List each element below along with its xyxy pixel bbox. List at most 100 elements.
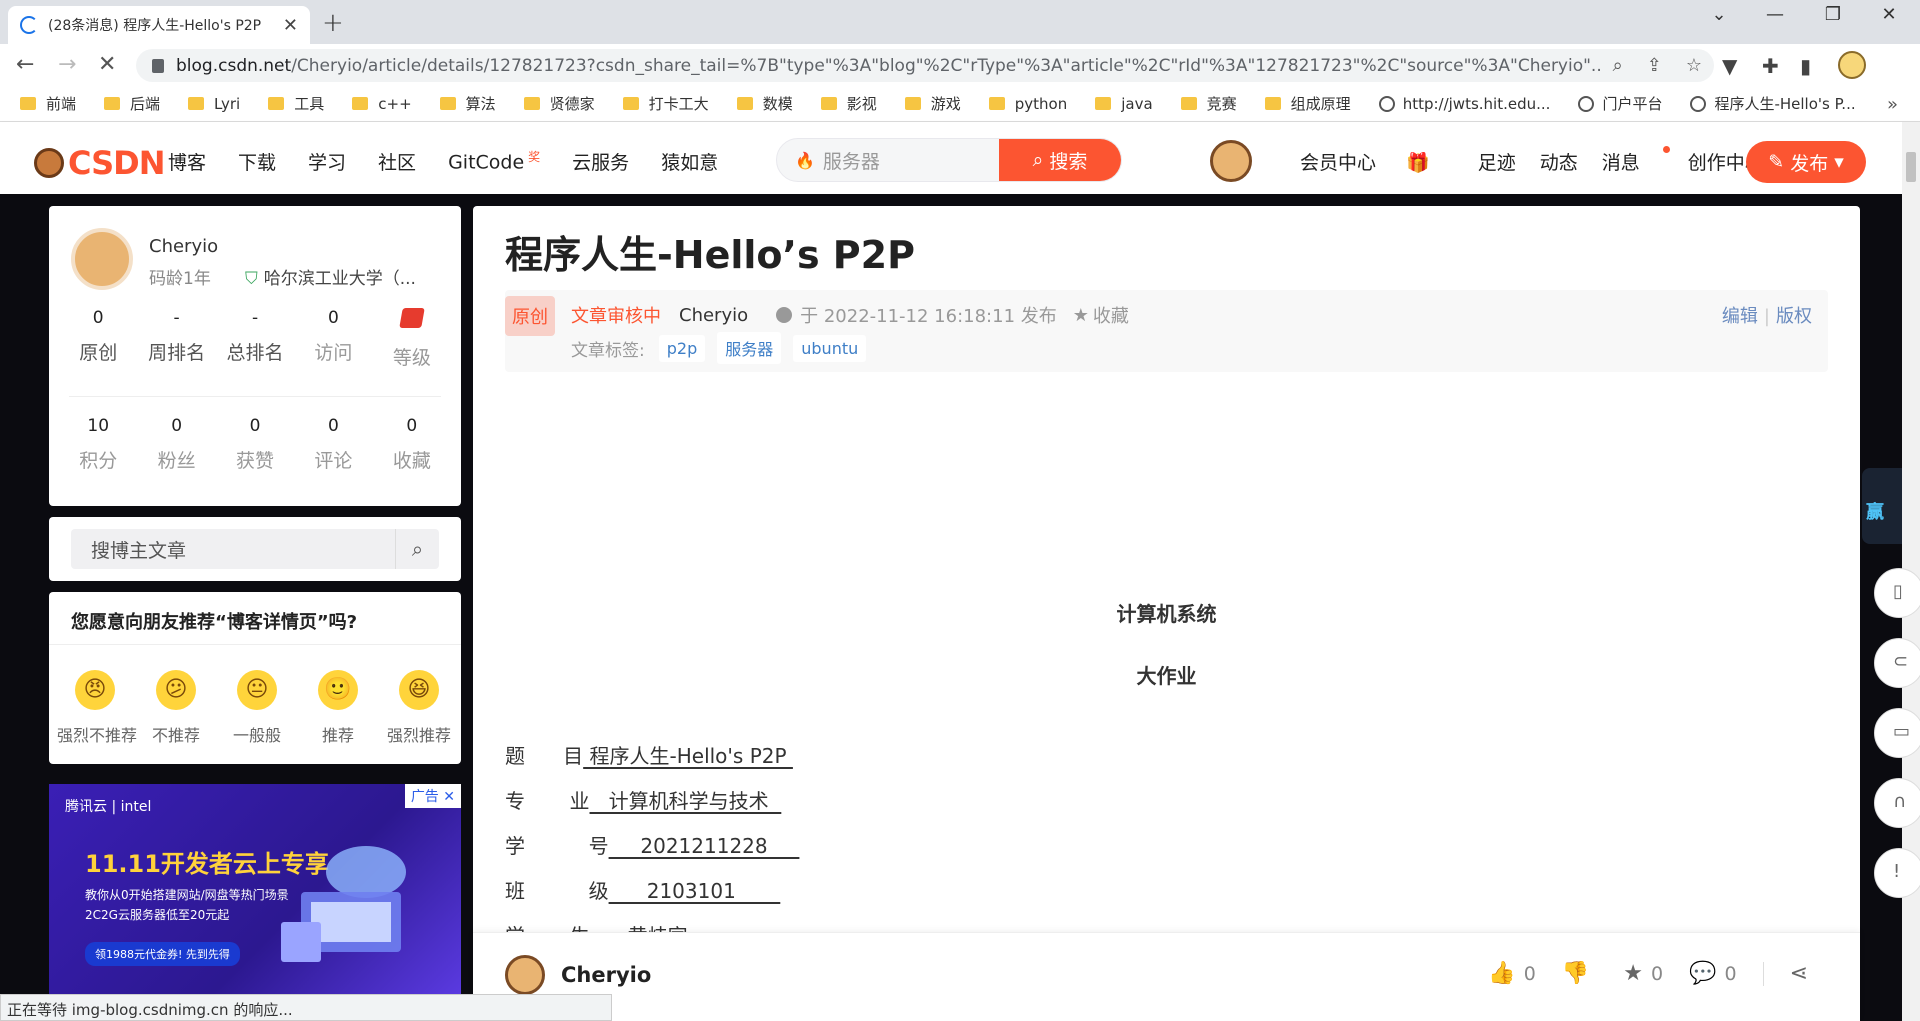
site-search[interactable]: 🔥 服务器 ⌕ 搜索 <box>776 138 1122 182</box>
recommend-option[interactable]: 🙂 推荐 <box>300 670 376 746</box>
ad-close-icon[interactable]: ✕ <box>443 789 455 805</box>
tab-search-icon[interactable]: ⌄ <box>1696 4 1742 25</box>
close-window-icon[interactable]: ✕ <box>1866 4 1912 25</box>
side-panel-icon[interactable]: ▮ <box>1800 54 1811 78</box>
copyright-link[interactable]: 版权 <box>1776 306 1812 327</box>
stat-item[interactable]: 0 访问 <box>294 308 372 370</box>
favorite-link[interactable]: 收藏 <box>1093 302 1129 328</box>
stop-icon[interactable]: ✕ <box>98 52 116 77</box>
thumbs-down-icon: 👎 <box>1561 961 1590 986</box>
nav-item[interactable]: 下载 <box>238 148 276 175</box>
article-tag[interactable]: p2p <box>658 334 706 362</box>
messages-link[interactable]: 消息 <box>1602 146 1670 175</box>
search-icon[interactable]: ⌕ <box>395 529 439 569</box>
bookmark-item[interactable]: 数模 <box>736 93 793 114</box>
bookmark-item[interactable]: 门户平台 <box>1578 93 1662 114</box>
stat-item[interactable]: 10 积分 <box>59 416 137 473</box>
bookmark-item[interactable]: 打卡工大 <box>622 93 709 114</box>
bookmark-item[interactable]: 算法 <box>439 93 496 114</box>
bottom-author-name[interactable]: Cheryio <box>561 963 651 987</box>
minimize-icon[interactable]: — <box>1752 4 1798 25</box>
favorite-button[interactable]: ★ 0 <box>1623 961 1663 986</box>
bookmark-item[interactable]: java <box>1095 95 1153 113</box>
footprint-link[interactable]: 足迹 <box>1478 148 1516 175</box>
float-report-icon[interactable]: ! <box>1874 848 1920 898</box>
back-icon[interactable]: ← <box>16 52 34 77</box>
user-avatar[interactable] <box>1210 140 1252 182</box>
bottom-author-avatar[interactable] <box>505 955 545 995</box>
zoom-icon[interactable]: ⌕ <box>1613 55 1623 76</box>
float-doc-icon[interactable]: ▯ <box>1874 568 1920 618</box>
meta-author[interactable]: Cheryio <box>679 305 748 326</box>
scrollbar-thumb[interactable] <box>1906 152 1916 182</box>
edit-link[interactable]: 编辑 <box>1722 306 1758 327</box>
author-name[interactable]: Cheryio <box>149 236 218 257</box>
bookmark-item[interactable]: Lyri <box>188 95 240 113</box>
nav-item[interactable]: 云服务 <box>572 148 629 175</box>
stat-item[interactable]: - 总排名 <box>216 308 294 370</box>
restore-icon[interactable]: ❐ <box>1810 4 1856 25</box>
stat-item[interactable]: 0 评论 <box>294 416 372 473</box>
advertisement[interactable]: 腾讯云 | intel 广告 ✕ 11.11开发者云上专享 教你从0开始搭建网站… <box>49 784 461 994</box>
recommend-option[interactable]: 😕 不推荐 <box>138 670 214 746</box>
ad-tag[interactable]: 广告 ✕ <box>404 784 461 808</box>
new-tab-icon[interactable]: + <box>322 8 344 38</box>
float-link-icon[interactable]: ⊂ <box>1874 638 1920 688</box>
like-button[interactable]: 👍 0 <box>1488 961 1536 986</box>
bookmark-item[interactable]: 前端 <box>20 93 76 114</box>
nav-item[interactable]: 社区 <box>378 148 416 175</box>
extension-v-icon[interactable]: ▼ <box>1722 54 1737 78</box>
bookmark-item[interactable]: python <box>988 95 1067 113</box>
bookmark-item[interactable]: 工具 <box>268 93 324 114</box>
recommend-option[interactable]: 😐 一般般 <box>219 670 295 746</box>
recommend-option[interactable]: 😆 强烈推荐 <box>381 670 457 746</box>
browser-tab[interactable]: (28条消息) 程序人生-Hello's P2P ✕ <box>8 6 310 44</box>
close-tab-icon[interactable]: ✕ <box>283 15 298 36</box>
browser-profile-avatar[interactable] <box>1838 51 1866 79</box>
member-center-link[interactable]: 会员中心 🎁 <box>1300 148 1454 175</box>
bookmark-item[interactable]: 贤德家 <box>523 93 595 114</box>
stat-item[interactable]: 0 原创 <box>59 308 137 370</box>
nav-item[interactable]: 博客 <box>168 148 206 175</box>
article-tag[interactable]: ubuntu <box>793 334 867 362</box>
ad-cta[interactable]: 领1988元代金券! 先到先得 <box>85 942 240 966</box>
stat-item[interactable]: 0 收藏 <box>373 416 451 473</box>
bookmark-item[interactable]: 后端 <box>104 93 160 114</box>
forward-icon[interactable]: → <box>58 52 76 77</box>
article-tag[interactable]: 服务器 <box>717 332 782 364</box>
author-avatar[interactable] <box>71 228 133 290</box>
stat-item[interactable]: 0 粉丝 <box>137 416 215 473</box>
bookmark-item[interactable]: 游戏 <box>904 93 961 114</box>
stat-item[interactable]: 0 获赞 <box>216 416 294 473</box>
bookmark-item[interactable]: http://jwts.hit.edu... <box>1378 95 1550 113</box>
stat-item[interactable]: - 周排名 <box>137 308 215 370</box>
search-button[interactable]: ⌕ 搜索 <box>999 139 1121 181</box>
dynamic-link[interactable]: 动态 <box>1540 148 1578 175</box>
recommend-option[interactable]: 😠 强烈不推荐 <box>57 670 137 746</box>
favorite-icon[interactable]: ★ <box>1073 305 1089 326</box>
dislike-button[interactable]: 👎 <box>1562 961 1597 986</box>
nav-item[interactable]: GitCode 奖 <box>448 148 540 175</box>
float-tablet-icon[interactable]: ▭ <box>1874 708 1920 758</box>
share-button[interactable]: ⋖ <box>1790 961 1816 986</box>
bookmark-item[interactable]: 影视 <box>820 93 877 114</box>
address-bar[interactable]: blog.csdn.net/Cheryio/article/details/12… <box>136 49 1714 82</box>
float-service-icon[interactable]: ∩ <box>1874 778 1920 828</box>
comment-button[interactable]: 💬 0 <box>1689 961 1737 986</box>
publish-button[interactable]: ✎ 发布 ▾ <box>1746 141 1866 183</box>
bookmark-item[interactable]: 组成原理 <box>1264 93 1351 114</box>
csdn-logo[interactable]: CSDN <box>34 144 165 182</box>
more-bookmarks-icon[interactable]: » <box>1887 94 1898 115</box>
site-search-input[interactable]: 服务器 <box>823 147 999 174</box>
stat-item[interactable]: 等级 <box>373 308 451 370</box>
bookmark-item[interactable]: 程序人生-Hello's P... <box>1690 93 1856 114</box>
blog-search-input[interactable]: 搜博主文章 <box>71 536 395 563</box>
bookmark-star-icon[interactable]: ☆ <box>1686 55 1702 76</box>
share-icon[interactable]: ⇪ <box>1647 55 1662 76</box>
nav-item[interactable]: 猿如意 <box>661 148 718 175</box>
bookmark-item[interactable]: 竞赛 <box>1180 93 1237 114</box>
extensions-puzzle-icon[interactable]: ✚ <box>1762 54 1779 78</box>
floating-promo[interactable]: 赢 <box>1862 468 1902 544</box>
bookmark-item[interactable]: c++ <box>352 95 412 113</box>
nav-item[interactable]: 学习 <box>308 148 346 175</box>
